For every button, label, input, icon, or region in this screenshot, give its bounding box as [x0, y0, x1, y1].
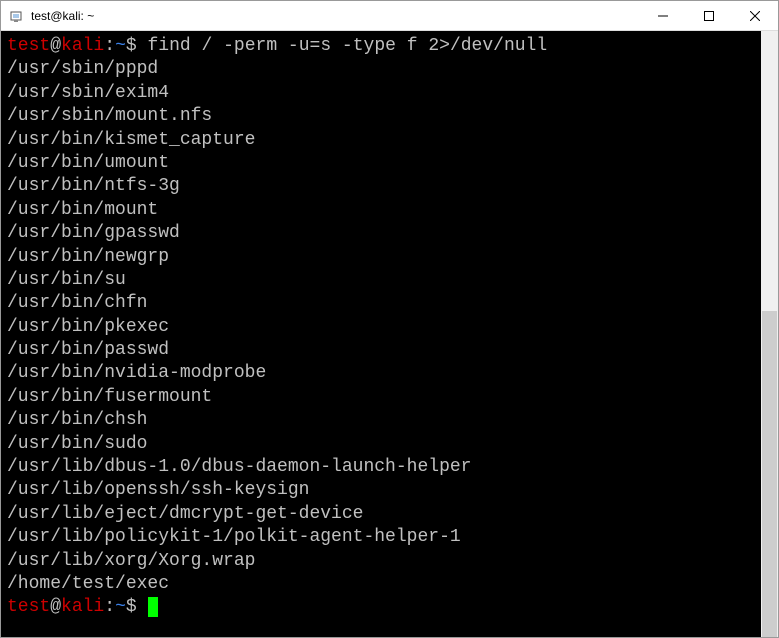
- prompt-path: ~: [115, 597, 126, 617]
- output-line: /usr/bin/gpasswd: [7, 222, 755, 245]
- output-line: /usr/sbin/mount.nfs: [7, 105, 755, 128]
- window-title: test@kali: ~: [31, 9, 94, 23]
- output-line: /usr/bin/umount: [7, 152, 755, 175]
- command-text: find / -perm -u=s -type f 2>/dev/null: [148, 36, 548, 56]
- scrollbar[interactable]: [761, 31, 778, 637]
- prompt-user: test: [7, 36, 50, 56]
- output-line: /usr/lib/dbus-1.0/dbus-daemon-launch-hel…: [7, 456, 755, 479]
- cursor: [148, 597, 158, 617]
- terminal-container: test@kali:~$ find / -perm -u=s -type f 2…: [1, 31, 778, 637]
- titlebar: test@kali: ~: [1, 1, 778, 31]
- output-line: /usr/bin/chsh: [7, 409, 755, 432]
- scrollbar-thumb[interactable]: [762, 311, 777, 637]
- output-line: /usr/bin/ntfs-3g: [7, 175, 755, 198]
- output-line: /usr/bin/newgrp: [7, 246, 755, 269]
- output-line: /usr/bin/passwd: [7, 339, 755, 362]
- prompt-line: test@kali:~$: [7, 596, 755, 619]
- output-line: /usr/bin/su: [7, 269, 755, 292]
- output-line: /usr/lib/eject/dmcrypt-get-device: [7, 503, 755, 526]
- output-line: /usr/lib/openssh/ssh-keysign: [7, 479, 755, 502]
- maximize-button[interactable]: [686, 1, 732, 30]
- terminal[interactable]: test@kali:~$ find / -perm -u=s -type f 2…: [1, 31, 761, 637]
- output-line: /usr/bin/kismet_capture: [7, 129, 755, 152]
- output-line: /usr/bin/fusermount: [7, 386, 755, 409]
- output-line: /usr/lib/xorg/Xorg.wrap: [7, 550, 755, 573]
- prompt-user: test: [7, 597, 50, 617]
- output-line: /usr/bin/sudo: [7, 433, 755, 456]
- prompt-line: test@kali:~$ find / -perm -u=s -type f 2…: [7, 35, 755, 58]
- putty-icon: [9, 8, 25, 24]
- prompt-colon: :: [104, 597, 115, 617]
- titlebar-left: test@kali: ~: [9, 8, 94, 24]
- output-line: /usr/bin/chfn: [7, 292, 755, 315]
- prompt-colon: :: [104, 36, 115, 56]
- prompt-host: kali: [61, 36, 104, 56]
- prompt-host: kali: [61, 597, 104, 617]
- close-button[interactable]: [732, 1, 778, 30]
- output-line: /home/test/exec: [7, 573, 755, 596]
- output-line: /usr/sbin/pppd: [7, 58, 755, 81]
- prompt-at: @: [50, 597, 61, 617]
- terminal-window: test@kali: ~ test@kali:~$ find / -perm -…: [0, 0, 779, 638]
- output-line: /usr/bin/pkexec: [7, 316, 755, 339]
- prompt-path: ~: [115, 36, 126, 56]
- minimize-button[interactable]: [640, 1, 686, 30]
- output-line: /usr/bin/mount: [7, 199, 755, 222]
- output-line: /usr/sbin/exim4: [7, 82, 755, 105]
- window-controls: [640, 1, 778, 30]
- prompt-at: @: [50, 36, 61, 56]
- prompt-symbol: $: [126, 597, 137, 617]
- prompt-symbol: $: [126, 36, 137, 56]
- output-line: /usr/lib/policykit-1/polkit-agent-helper…: [7, 526, 755, 549]
- output-line: /usr/bin/nvidia-modprobe: [7, 362, 755, 385]
